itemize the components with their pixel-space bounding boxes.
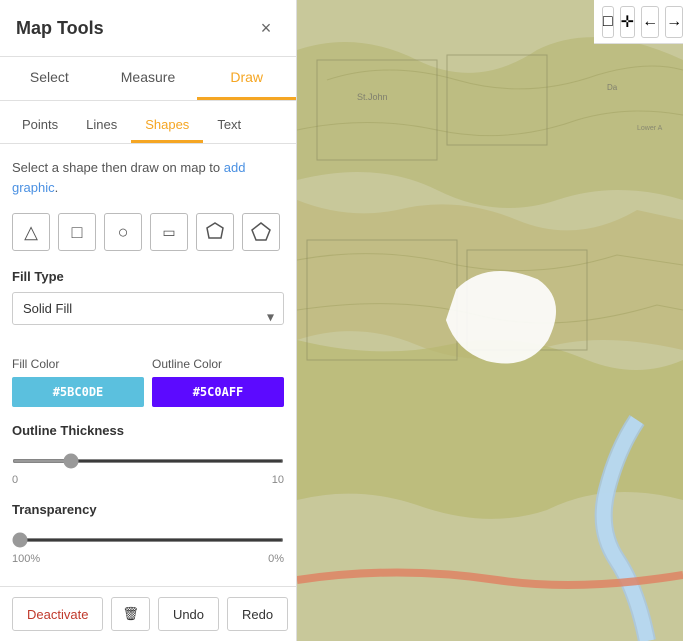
map-toolbar: □ ✛ ← → ⊙ ⌂ 🗑 clear map <box>594 0 683 44</box>
sub-tab-shapes[interactable]: Shapes <box>131 109 203 143</box>
map-area[interactable]: □ ✛ ← → ⊙ ⌂ 🗑 clear map St.John D <box>297 0 683 641</box>
undo-button[interactable]: Undo <box>158 597 219 631</box>
transparency-min-label: 100% <box>12 553 40 565</box>
fill-type-label: Fill Type <box>12 269 284 284</box>
shape-buttons: △ □ ○ ▭ <box>12 213 284 251</box>
redo-button[interactable]: Redo <box>227 597 288 631</box>
bottom-bar: Deactivate 🗑 Undo Redo <box>0 586 296 641</box>
deactivate-button[interactable]: Deactivate <box>12 597 103 631</box>
outline-thickness-section: Outline Thickness 0 10 <box>12 423 284 486</box>
shape-polygon[interactable] <box>196 213 234 251</box>
sub-tab-points[interactable]: Points <box>8 109 72 143</box>
panel-content: Select a shape then draw on map to add g… <box>0 144 296 586</box>
outline-thickness-min: 0 <box>12 474 18 486</box>
svg-text:Lower A: Lower A <box>637 125 663 132</box>
fill-color-swatch[interactable]: #5BC0DE <box>12 377 144 407</box>
instruction-after: . <box>55 180 59 195</box>
outline-color-col: Outline Color #5C0AFF <box>152 357 284 407</box>
tab-measure[interactable]: Measure <box>99 57 198 100</box>
transparency-label: Transparency <box>12 502 284 517</box>
sub-tabs: Points Lines Shapes Text <box>0 101 296 144</box>
sub-tab-text[interactable]: Text <box>203 109 255 143</box>
outline-color-swatch[interactable]: #5C0AFF <box>152 377 284 407</box>
shape-rounded[interactable]: ▭ <box>150 213 188 251</box>
sidebar-panel: Map Tools × Select Measure Draw Points L… <box>0 0 297 641</box>
outline-thickness-range-labels: 0 10 <box>12 474 284 486</box>
shape-rectangle[interactable]: □ <box>58 213 96 251</box>
svg-text:St.John: St.John <box>357 92 388 102</box>
back-tool[interactable]: ← <box>641 6 659 38</box>
panel-header: Map Tools × <box>0 0 296 57</box>
draw-rectangle-tool[interactable]: □ <box>602 6 614 38</box>
delete-button[interactable]: 🗑 <box>111 597 150 631</box>
fill-color-col: Fill Color #5BC0DE <box>12 357 144 407</box>
instruction-text: Select a shape then draw on map to add g… <box>12 158 284 197</box>
outline-thickness-label: Outline Thickness <box>12 423 284 438</box>
shape-freehand[interactable] <box>242 213 280 251</box>
color-row: Fill Color #5BC0DE Outline Color #5C0AFF <box>12 357 284 407</box>
tab-select[interactable]: Select <box>0 57 99 100</box>
close-button[interactable]: × <box>252 14 280 42</box>
fill-color-label: Fill Color <box>12 357 144 371</box>
panel-title: Map Tools <box>16 18 104 39</box>
transparency-max-label: 0% <box>268 553 284 565</box>
forward-tool[interactable]: → <box>665 6 683 38</box>
transparency-range-labels: 100% 0% <box>12 553 284 565</box>
outline-thickness-max: 10 <box>272 474 284 486</box>
transparency-slider-wrapper <box>12 525 284 549</box>
crosshair-tool[interactable]: ✛ <box>620 6 635 38</box>
outline-thickness-slider-wrapper <box>12 446 284 470</box>
sub-tab-lines[interactable]: Lines <box>72 109 131 143</box>
fill-type-select[interactable]: Solid Fill No Fill Gradient Fill <box>12 292 284 325</box>
instruction-before: Select a shape then draw on map to <box>12 160 224 175</box>
outline-thickness-slider[interactable] <box>12 459 284 463</box>
shape-circle[interactable]: ○ <box>104 213 142 251</box>
svg-text:Da: Da <box>607 83 618 92</box>
fill-type-wrapper: Solid Fill No Fill Gradient Fill <box>12 292 284 341</box>
transparency-section: Transparency 100% 0% <box>12 502 284 565</box>
shape-triangle[interactable]: △ <box>12 213 50 251</box>
tab-draw[interactable]: Draw <box>197 57 296 100</box>
main-tabs: Select Measure Draw <box>0 57 296 101</box>
outline-color-label: Outline Color <box>152 357 284 371</box>
transparency-slider[interactable] <box>12 538 284 542</box>
map-svg: St.John Da Lower A <box>297 0 683 641</box>
